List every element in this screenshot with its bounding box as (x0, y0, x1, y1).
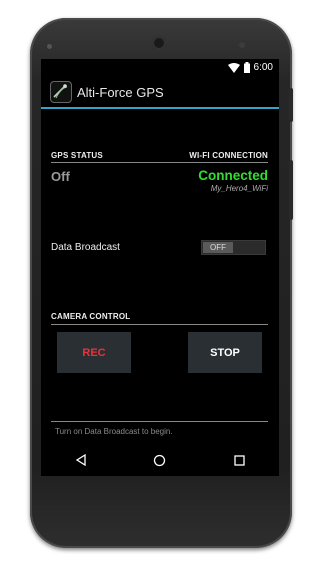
volume-button (289, 160, 293, 220)
power-button (289, 88, 293, 122)
wifi-icon (227, 62, 240, 73)
rec-button[interactable]: REC (57, 332, 131, 373)
hint-text: Turn on Data Broadcast to begin. (55, 427, 173, 436)
gps-status-value: Off (51, 169, 70, 184)
app-title: Alti-Force GPS (77, 84, 164, 100)
toggle-state-label: OFF (203, 242, 233, 253)
battery-icon (243, 62, 250, 73)
wifi-status-value: Connected (198, 168, 268, 183)
camera-control-header: CAMERA CONTROL (51, 312, 131, 321)
wifi-connection-header: WI-FI CONNECTION (189, 151, 268, 160)
back-icon[interactable] (66, 448, 96, 472)
stop-button[interactable]: STOP (188, 332, 262, 373)
data-broadcast-label: Data Broadcast (51, 242, 120, 253)
wifi-ssid: My_Hero4_WiFi (210, 184, 268, 193)
proximity-sensor (239, 42, 245, 48)
front-camera (152, 36, 166, 50)
nav-bar (41, 444, 279, 476)
app-logo-icon[interactable] (50, 81, 72, 103)
status-divider (51, 162, 268, 163)
screen: 6:00 Alti-Force GPS GPS STATUS WI-FI CON… (41, 59, 279, 476)
status-time: 6:00 (253, 62, 273, 73)
data-broadcast-toggle[interactable]: OFF (201, 240, 266, 255)
speaker-grille (47, 44, 52, 49)
footer-divider (51, 421, 268, 422)
camera-divider (51, 324, 268, 325)
home-icon[interactable] (145, 448, 175, 472)
status-bar: 6:00 (41, 59, 279, 77)
action-bar: Alti-Force GPS (41, 77, 279, 109)
recents-icon[interactable] (224, 448, 254, 472)
